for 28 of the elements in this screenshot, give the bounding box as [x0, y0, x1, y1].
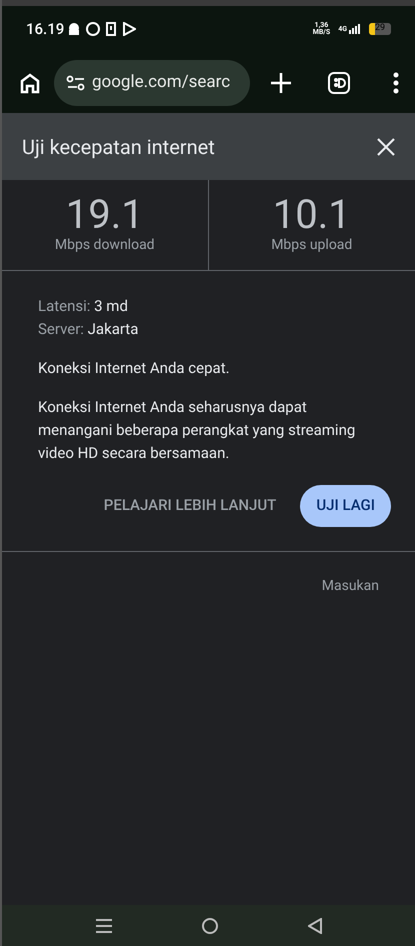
close-icon[interactable] [377, 138, 395, 156]
site-settings-icon[interactable] [66, 74, 86, 90]
description-text: Koneksi Internet Anda seharusnya dapat menangani beberapa perangkat yang streaming video HD secara bersamaan. [38, 396, 356, 464]
detail-text: Latensi: 3 md [38, 296, 129, 317]
recent-apps-icon[interactable] [96, 918, 112, 932]
play-icon [122, 22, 136, 36]
feedback-link[interactable]: Masukan [322, 576, 379, 596]
signal-icon [349, 24, 361, 34]
retest-button[interactable]: UJI LAGI [300, 484, 391, 526]
phone-alert-icon [106, 22, 116, 36]
learn-more-button[interactable]: PELAJARI LEBIH LANJUT [104, 494, 276, 517]
panel-title: Uji kecepatan internet [22, 134, 215, 160]
back-icon[interactable] [308, 918, 322, 934]
home-icon[interactable] [18, 70, 42, 94]
url-text: google.com/searc [92, 70, 230, 94]
tab-switcher-icon[interactable] [328, 72, 350, 94]
speed-value: 19.1 [66, 194, 144, 234]
battery-icon: 29 [369, 23, 391, 35]
more-menu-icon[interactable] [393, 72, 399, 94]
speed-unit-label: Mbps upload [271, 236, 352, 254]
speed-unit-label: Mbps download [54, 236, 155, 254]
detail-text: Server: Jakarta [38, 319, 140, 340]
home-nav-icon[interactable] [202, 918, 218, 934]
speed-value: 10.1 [272, 194, 351, 234]
address-bar[interactable]: google.com/searc [54, 60, 250, 106]
status-time: 16.19 [26, 18, 64, 40]
new-tab-icon[interactable] [270, 72, 292, 94]
summary-text: Koneksi Internet Anda cepat. [38, 358, 231, 379]
